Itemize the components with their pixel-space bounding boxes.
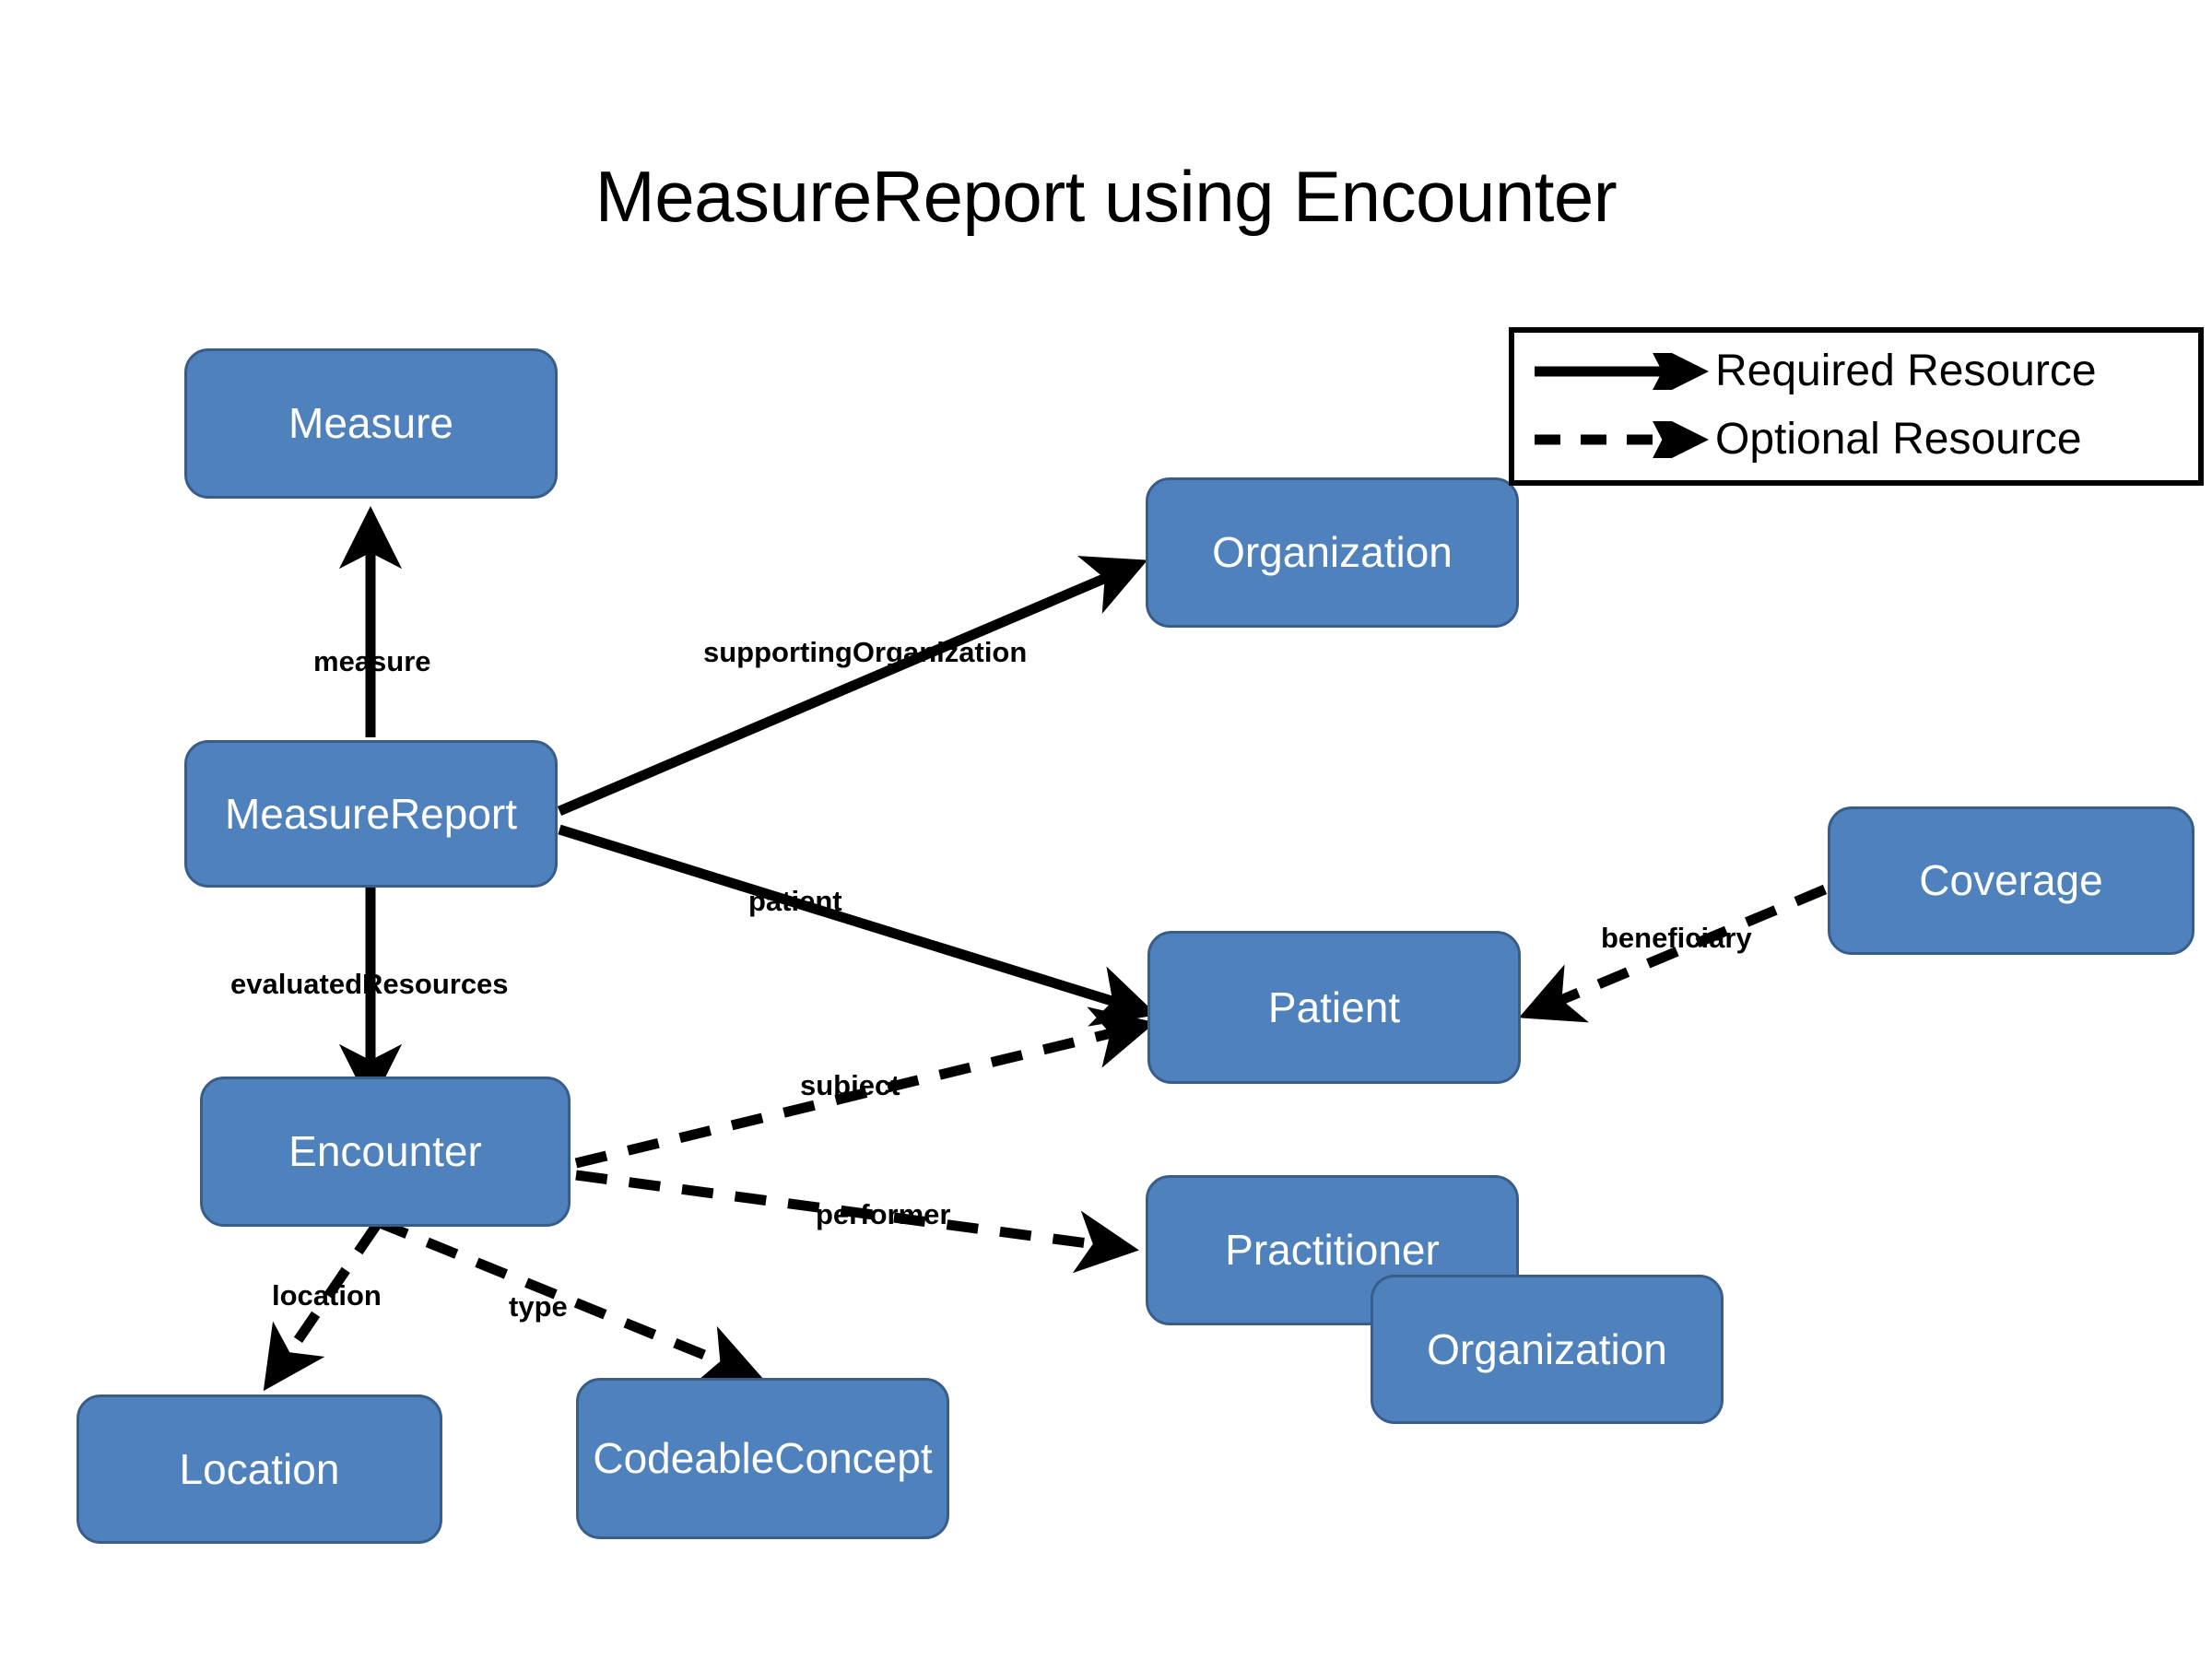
node-label: Encounter	[288, 1127, 482, 1176]
node-measure[interactable]: Measure	[184, 348, 558, 499]
edge-label-type: type	[509, 1290, 568, 1323]
legend-item-required: Required Resource	[1531, 344, 2097, 399]
node-patient[interactable]: Patient	[1147, 931, 1521, 1084]
edge-label-performer: performer	[816, 1198, 951, 1230]
node-encounter[interactable]: Encounter	[200, 1077, 571, 1227]
node-label: Measure	[288, 399, 453, 448]
edge-label-beneficiary: beneficiary	[1601, 922, 1752, 954]
edge-label-subject: subject	[800, 1069, 900, 1101]
edge-label-evaluatedResources: evaluatedResources	[230, 968, 509, 1000]
node-measurereport[interactable]: MeasureReport	[184, 740, 558, 888]
node-organization[interactable]: Organization	[1146, 477, 1519, 628]
node-label: Patient	[1267, 982, 1401, 1031]
edge-supportingOrganization	[557, 556, 1148, 817]
legend-label: Optional Resource	[1715, 415, 2082, 464]
node-label: Practitioner	[1225, 1226, 1440, 1275]
edge-label-measure: measure	[313, 645, 431, 677]
legend-label: Required Resource	[1715, 347, 2097, 395]
edge-label-supportingOrganization: supportingOrganization	[703, 636, 1028, 668]
legend: Required Resource Optional Resource	[1509, 327, 2204, 486]
node-location[interactable]: Location	[76, 1394, 442, 1544]
node-organization2[interactable]: Organization	[1371, 1275, 1724, 1424]
diagram-canvas: MeasureReport using Encounter measure ev…	[0, 0, 2212, 1659]
node-label: MeasureReport	[224, 789, 518, 838]
node-label: Organization	[1212, 528, 1453, 577]
edge-patient	[558, 824, 1158, 1027]
dashed-arrow-icon	[1535, 421, 1710, 458]
node-label: Coverage	[1919, 856, 2103, 905]
node-label: CodeableConcept	[593, 1434, 933, 1483]
solid-arrow-icon	[1535, 353, 1710, 390]
node-codeableconcept[interactable]: CodeableConcept	[576, 1378, 949, 1539]
node-label: Organization	[1427, 1324, 1667, 1373]
node-label: Location	[179, 1444, 340, 1493]
edge-label-location: location	[272, 1279, 382, 1312]
legend-item-optional: Optional Resource	[1531, 412, 2082, 467]
edge-label-patient: patient	[748, 885, 842, 917]
node-coverage[interactable]: Coverage	[1828, 806, 2194, 955]
